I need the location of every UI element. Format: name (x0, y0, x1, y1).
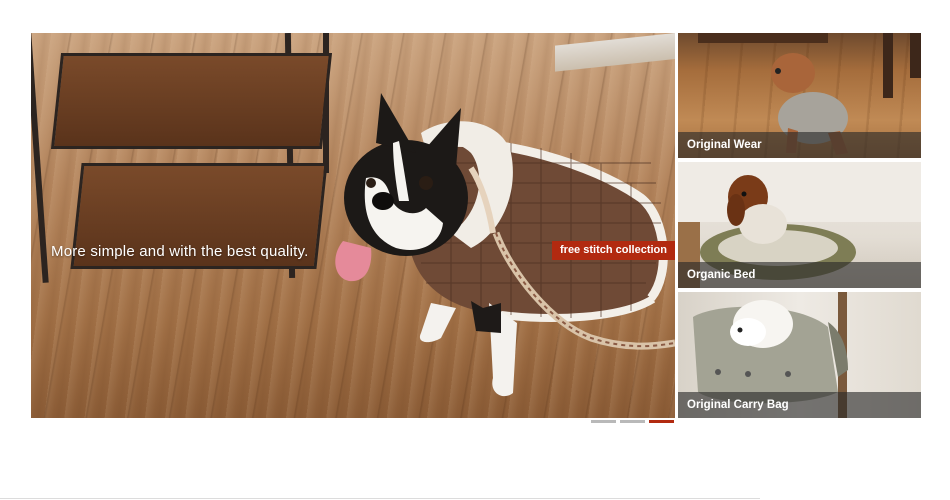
thumbnail-original-carry-bag[interactable]: Original Carry Bag (678, 292, 921, 418)
thumbnail-caption: Original Carry Bag (678, 392, 921, 418)
collection-badge[interactable]: free stitch collection (552, 241, 675, 260)
hero-tagline: More simple and with the best quality. (51, 243, 309, 260)
thumbnail-original-wear[interactable]: Original Wear (678, 33, 921, 158)
pager-dot-2[interactable] (620, 420, 645, 423)
pager-dot-3-active[interactable] (649, 420, 674, 423)
pager-dot-1[interactable] (591, 420, 616, 423)
hero-slide[interactable]: More simple and with the best quality. f… (31, 33, 675, 418)
slide-pager (591, 420, 674, 423)
thumbnail-caption: Organic Bed (678, 262, 921, 288)
thumbnail-organic-bed[interactable]: Organic Bed (678, 162, 921, 288)
boston-terrier-image (335, 93, 675, 397)
thumbnail-caption: Original Wear (678, 132, 921, 158)
divider (0, 498, 760, 499)
